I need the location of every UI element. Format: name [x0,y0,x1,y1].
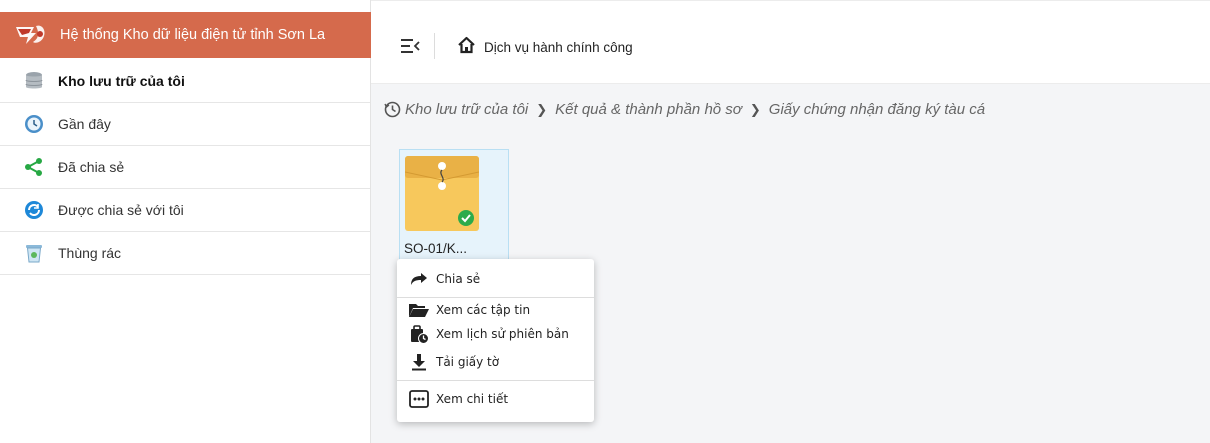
home-icon [457,36,476,59]
share-arrow-icon [408,269,430,289]
menu-item-label: Tải giấy tờ [436,355,500,369]
topbar: Dịch vụ hành chính công [371,0,1210,84]
sidebar-item-shared[interactable]: Đã chia sẻ [0,146,370,189]
document-envelope-icon [404,156,480,231]
brand-header[interactable]: Hệ thống Kho dữ liệu điện tử tỉnh Sơn La [0,12,371,58]
menu-item-share[interactable]: Chia sẻ [397,267,594,291]
trash-icon [24,243,44,263]
file-name: SO-01/K... [404,241,468,256]
menu-item-label: Xem các tập tin [436,303,531,317]
database-icon [24,71,44,91]
menu-item-label: Xem lịch sử phiên bản [436,327,569,341]
brand-title: Hệ thống Kho dữ liệu điện tử tỉnh Sơn La [60,27,326,43]
breadcrumb-item-my-storage[interactable]: Kho lưu trữ của tôi [405,101,528,118]
menu-item-label: Xem chi tiết [436,392,509,406]
sidebar-item-my-storage[interactable]: Kho lưu trữ của tôi [0,60,370,103]
province-logo-icon [0,12,60,58]
breadcrumb-item-current[interactable]: Giấy chứng nhận đăng ký tàu cá [769,101,985,118]
folder-open-icon [408,300,430,320]
menu-item-details[interactable]: Xem chi tiết [397,387,594,411]
home-link-label: Dịch vụ hành chính công [484,40,633,55]
download-icon [408,352,430,372]
clock-icon [24,114,44,134]
menu-divider [397,380,594,381]
sidebar-item-trash[interactable]: Thùng rác [0,232,370,275]
sidebar-item-shared-with-me[interactable]: Được chia sẻ với tôi [0,189,370,232]
sidebar-item-label: Kho lưu trữ của tôi [58,73,185,89]
file-tile[interactable]: SO-01/K... [399,149,509,262]
topbar-divider [434,33,435,59]
collapse-menu-icon[interactable] [400,38,420,54]
sidebar-item-label: Được chia sẻ với tôi [58,202,184,218]
home-link[interactable]: Dịch vụ hành chính công [457,36,633,59]
menu-item-view-files[interactable]: Xem các tập tin [397,298,594,322]
menu-item-label: Chia sẻ [436,272,481,286]
sidebar-item-label: Gần đây [58,116,111,132]
sidebar-item-label: Thùng rác [58,245,122,261]
chevron-right-icon: ❯ [749,101,761,117]
chevron-right-icon: ❯ [536,101,548,117]
sidebar: Hệ thống Kho dữ liệu điện tử tỉnh Sơn La… [0,0,371,443]
share-icon [24,157,44,177]
sidebar-item-recent[interactable]: Gần đây [0,103,370,146]
history-icon [384,101,401,118]
sidebar-nav: Kho lưu trữ của tôi Gần đây Đã chia sẻ Đ… [0,60,370,275]
breadcrumb: Kho lưu trữ của tôi ❯ Kết quả & thành ph… [384,101,985,118]
main-content: Dịch vụ hành chính công Kho lưu trữ của … [371,0,1210,443]
verified-check-icon [458,210,474,226]
details-icon [408,389,430,409]
menu-item-download[interactable]: Tải giấy tờ [397,350,594,374]
context-menu: Chia sẻ Xem các tập tin Xem lịch sử phiê… [397,259,594,422]
menu-item-version-history[interactable]: Xem lịch sử phiên bản [397,322,594,346]
version-history-icon [408,324,430,344]
shared-with-me-icon [24,200,44,220]
sidebar-item-label: Đã chia sẻ [58,159,125,175]
breadcrumb-item-results[interactable]: Kết quả & thành phần hồ sơ [555,101,742,118]
